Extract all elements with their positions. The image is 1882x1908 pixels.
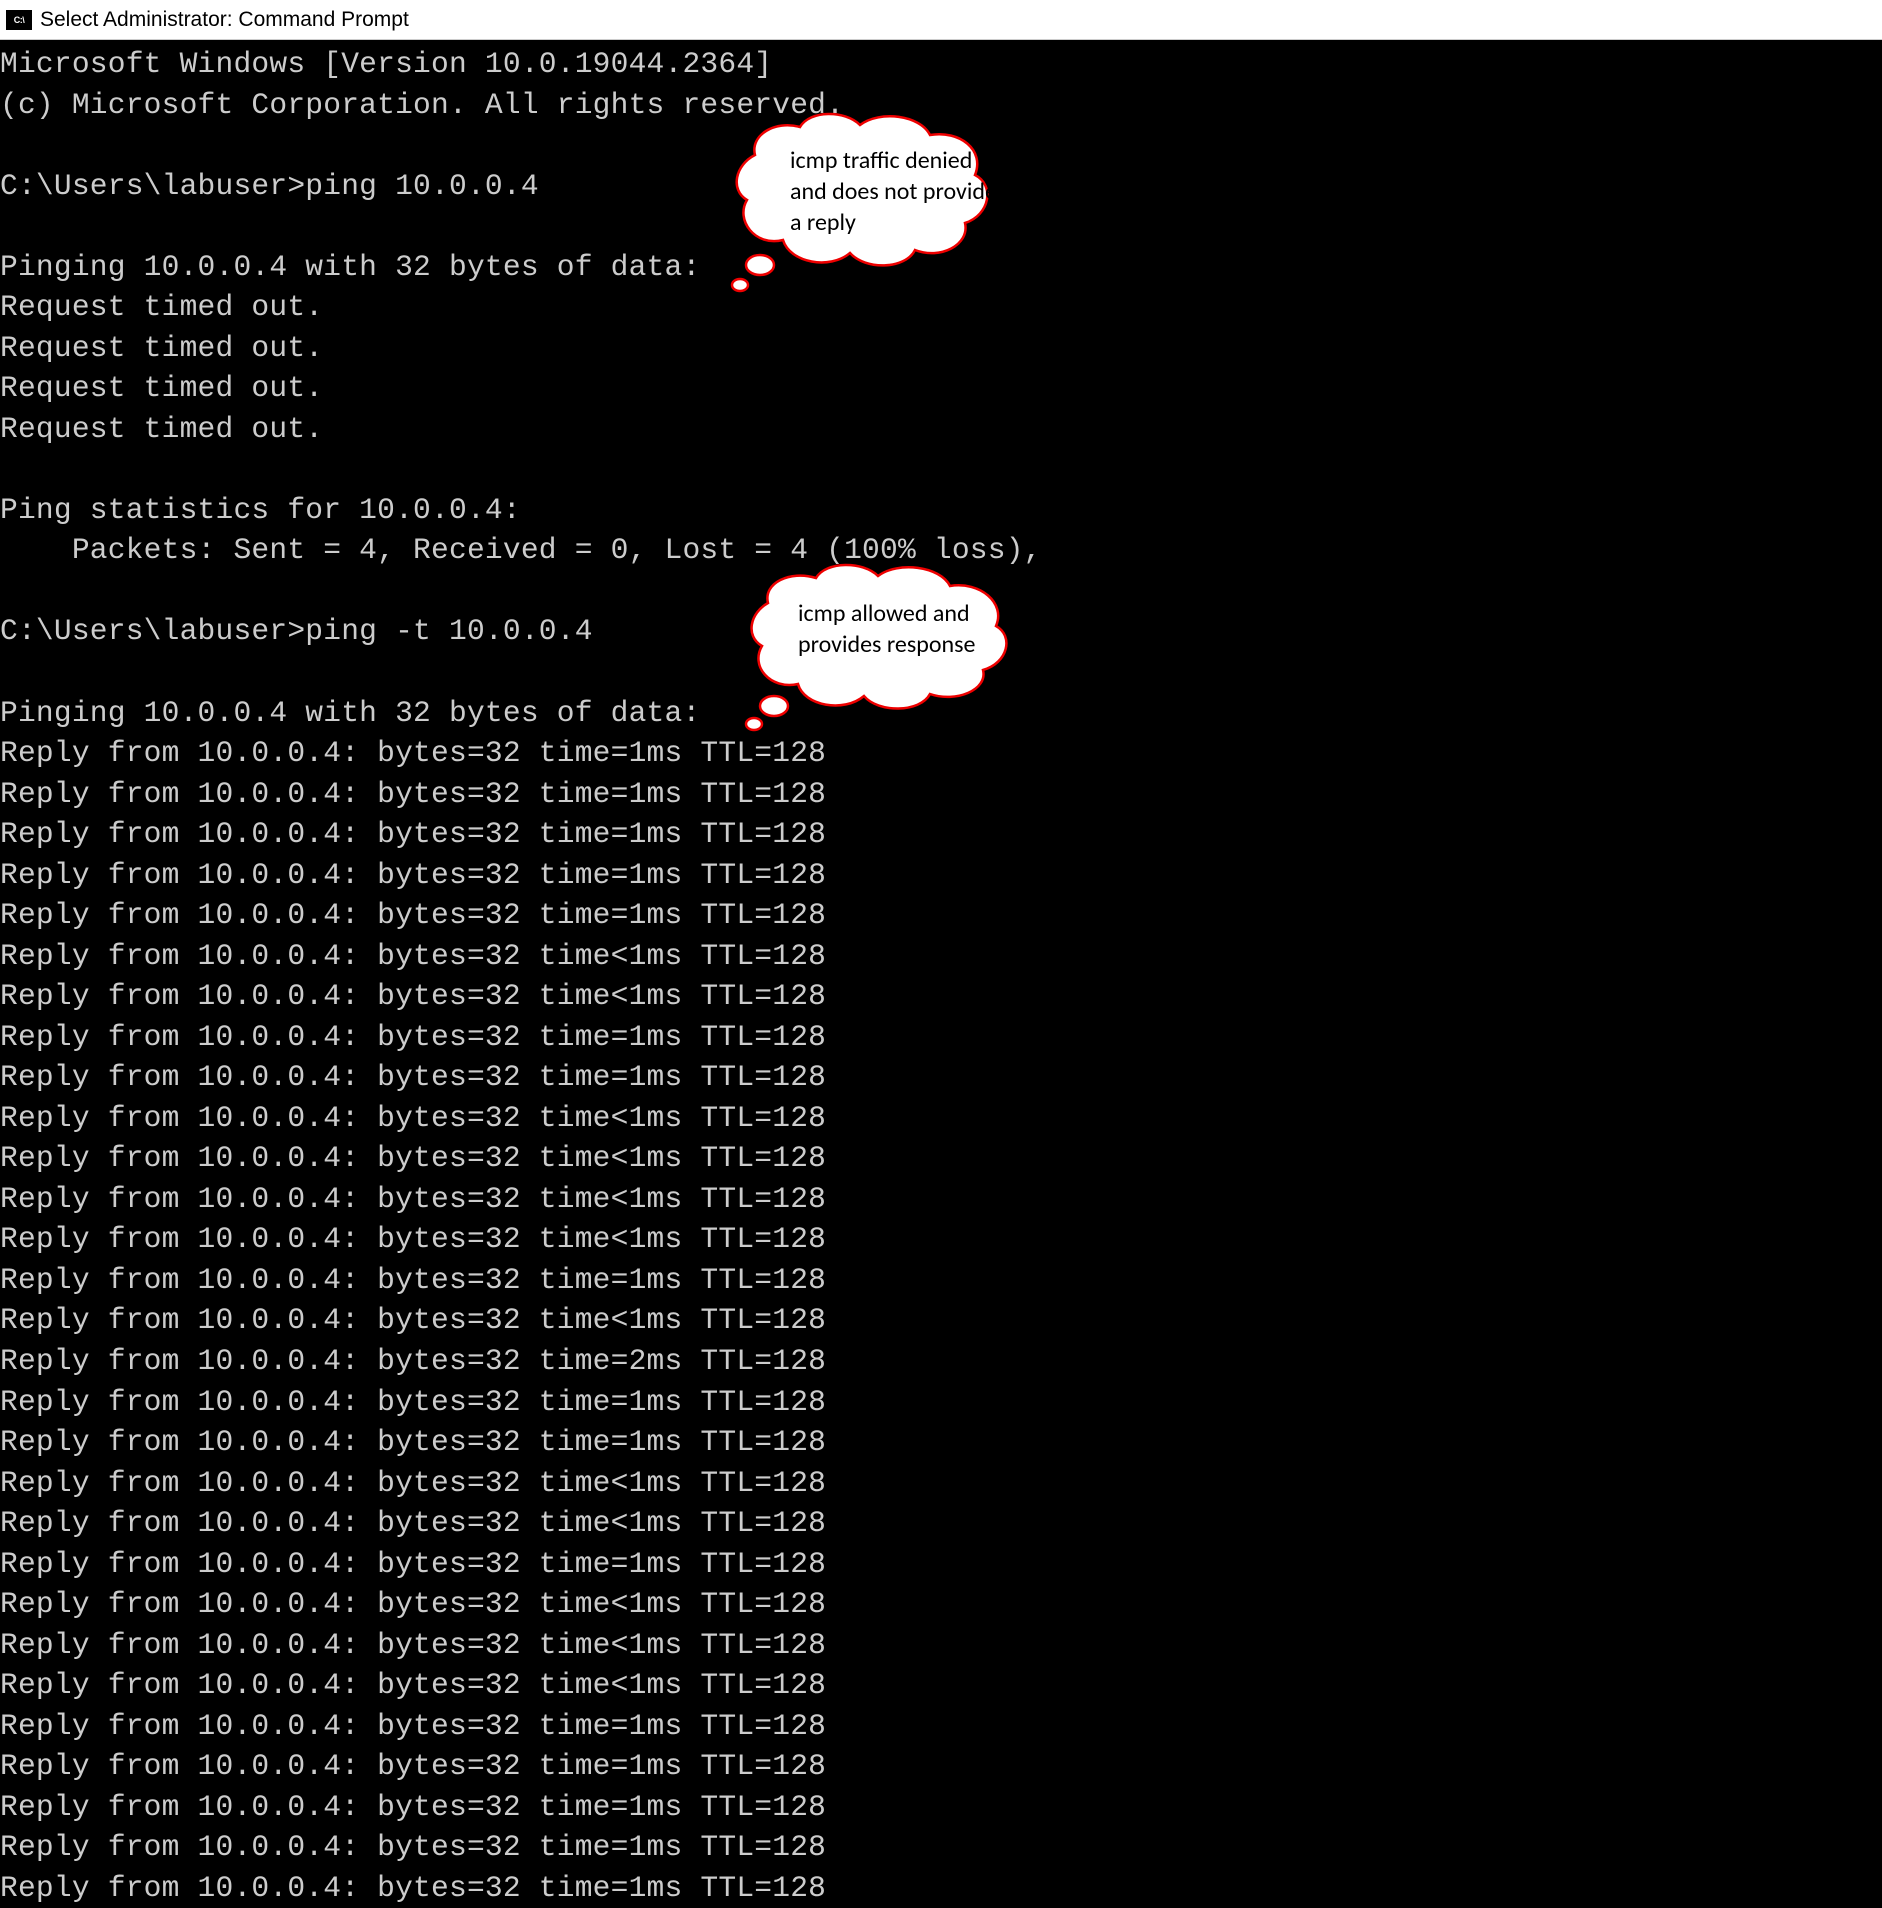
terminal-line: Reply from 10.0.0.4: bytes=32 time=1ms T… (0, 1827, 1882, 1868)
terminal-line: Reply from 10.0.0.4: bytes=32 time=1ms T… (0, 1868, 1882, 1908)
annotation-text-allowed: icmp allowed and provides response (798, 598, 1008, 660)
terminal-line: Reply from 10.0.0.4: bytes=32 time=1ms T… (0, 774, 1882, 815)
terminal-line: Reply from 10.0.0.4: bytes=32 time<1ms T… (0, 1665, 1882, 1706)
terminal-line: Reply from 10.0.0.4: bytes=32 time<1ms T… (0, 1625, 1882, 1666)
terminal-line: Reply from 10.0.0.4: bytes=32 time<1ms T… (0, 1584, 1882, 1625)
terminal-line: Reply from 10.0.0.4: bytes=32 time=1ms T… (0, 1706, 1882, 1747)
terminal-line: Pinging 10.0.0.4 with 32 bytes of data: (0, 693, 1882, 734)
terminal-line: Reply from 10.0.0.4: bytes=32 time<1ms T… (0, 1300, 1882, 1341)
annotation-text-denied: icmp traffic denied and does not provide… (790, 145, 1000, 239)
terminal-line: Reply from 10.0.0.4: bytes=32 time<1ms T… (0, 1098, 1882, 1139)
terminal-line: Reply from 10.0.0.4: bytes=32 time=1ms T… (0, 1382, 1882, 1423)
terminal-line: Request timed out. (0, 287, 1882, 328)
terminal-line: Reply from 10.0.0.4: bytes=32 time=1ms T… (0, 1787, 1882, 1828)
terminal-line: Reply from 10.0.0.4: bytes=32 time=1ms T… (0, 1746, 1882, 1787)
terminal-line (0, 449, 1882, 490)
terminal-line: Ping statistics for 10.0.0.4: (0, 490, 1882, 531)
terminal-line: Request timed out. (0, 409, 1882, 450)
terminal-line: Reply from 10.0.0.4: bytes=32 time<1ms T… (0, 1219, 1882, 1260)
terminal-line: Request timed out. (0, 328, 1882, 369)
terminal-line: Reply from 10.0.0.4: bytes=32 time=1ms T… (0, 855, 1882, 896)
terminal-line: (c) Microsoft Corporation. All rights re… (0, 85, 1882, 126)
terminal-line: Reply from 10.0.0.4: bytes=32 time<1ms T… (0, 976, 1882, 1017)
terminal-line: Reply from 10.0.0.4: bytes=32 time=2ms T… (0, 1341, 1882, 1382)
terminal-output[interactable]: Microsoft Windows [Version 10.0.19044.23… (0, 40, 1882, 1908)
terminal-line: Pinging 10.0.0.4 with 32 bytes of data: (0, 247, 1882, 288)
terminal-line: Reply from 10.0.0.4: bytes=32 time<1ms T… (0, 1138, 1882, 1179)
terminal-line: Reply from 10.0.0.4: bytes=32 time<1ms T… (0, 1463, 1882, 1504)
terminal-line: Reply from 10.0.0.4: bytes=32 time=1ms T… (0, 1057, 1882, 1098)
cmd-icon: C:\ (6, 10, 32, 30)
window-title: Select Administrator: Command Prompt (40, 8, 409, 32)
terminal-line: Reply from 10.0.0.4: bytes=32 time=1ms T… (0, 1422, 1882, 1463)
window-title-bar[interactable]: C:\ Select Administrator: Command Prompt (0, 0, 1882, 40)
terminal-line: Reply from 10.0.0.4: bytes=32 time=1ms T… (0, 895, 1882, 936)
terminal-line: Reply from 10.0.0.4: bytes=32 time=1ms T… (0, 1017, 1882, 1058)
terminal-line: Packets: Sent = 4, Received = 0, Lost = … (0, 530, 1882, 571)
terminal-line: Reply from 10.0.0.4: bytes=32 time=1ms T… (0, 733, 1882, 774)
terminal-line: Request timed out. (0, 368, 1882, 409)
terminal-line: Reply from 10.0.0.4: bytes=32 time<1ms T… (0, 1503, 1882, 1544)
terminal-line: Reply from 10.0.0.4: bytes=32 time<1ms T… (0, 1179, 1882, 1220)
terminal-line: Microsoft Windows [Version 10.0.19044.23… (0, 44, 1882, 85)
terminal-line: Reply from 10.0.0.4: bytes=32 time=1ms T… (0, 1260, 1882, 1301)
terminal-line: Reply from 10.0.0.4: bytes=32 time=1ms T… (0, 814, 1882, 855)
terminal-line: Reply from 10.0.0.4: bytes=32 time<1ms T… (0, 936, 1882, 977)
terminal-line: Reply from 10.0.0.4: bytes=32 time=1ms T… (0, 1544, 1882, 1585)
